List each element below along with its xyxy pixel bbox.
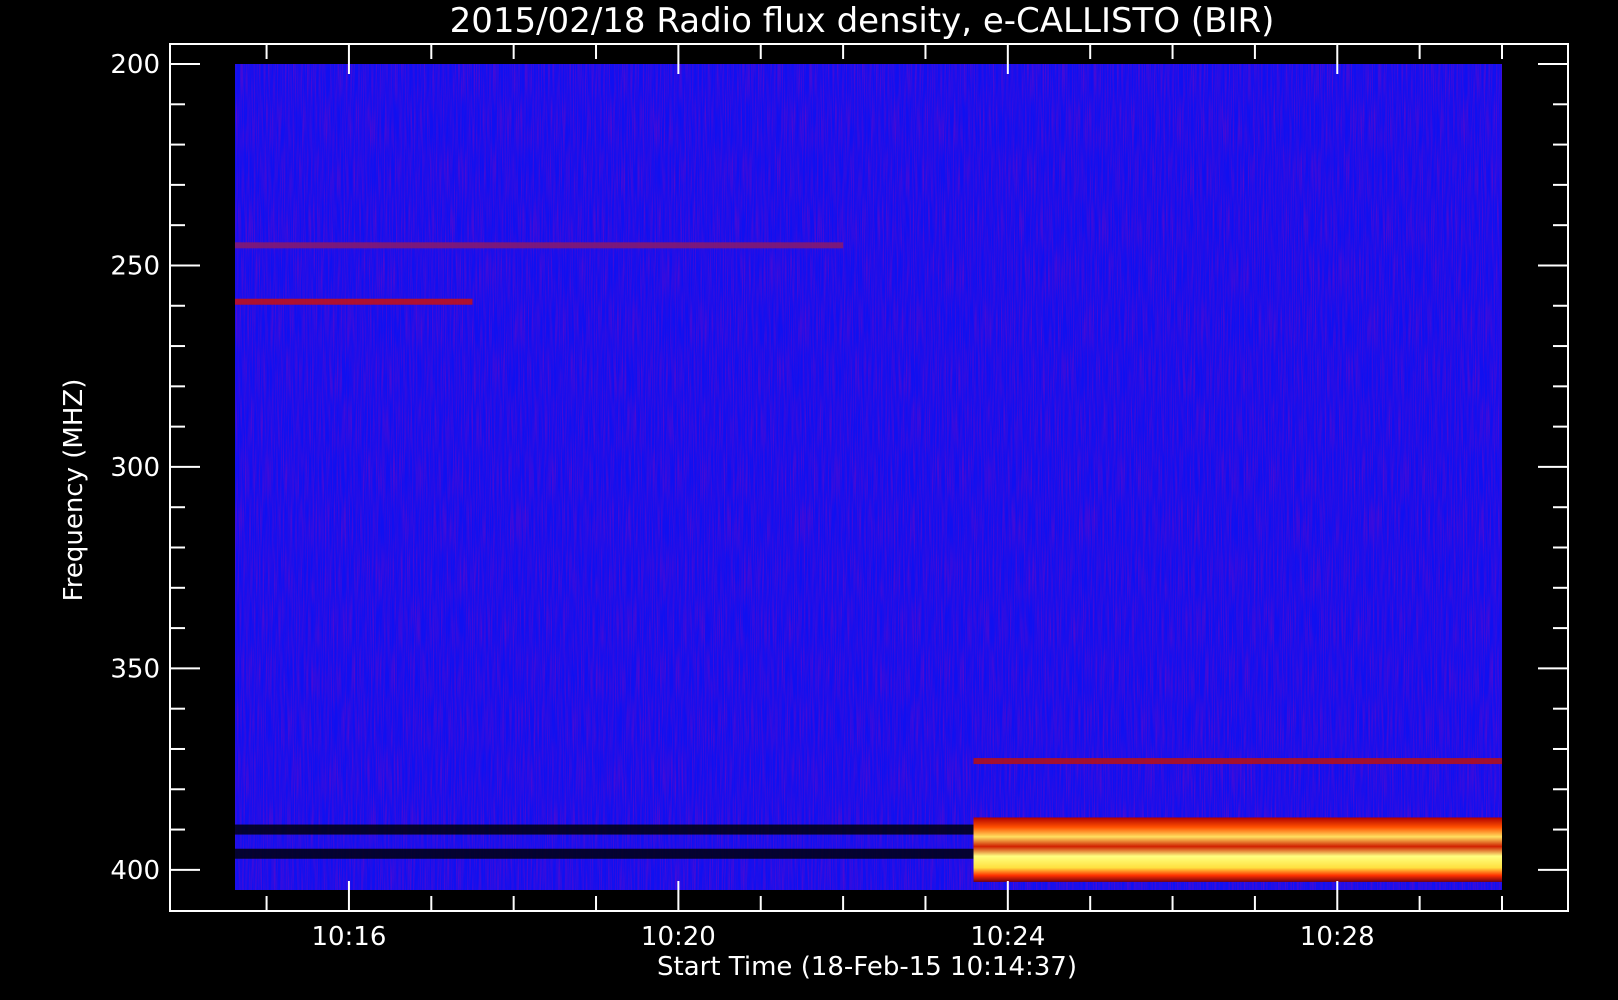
emission-band <box>973 758 1502 765</box>
absorption-band <box>235 848 974 859</box>
spectrogram-noise <box>235 64 1502 890</box>
y-tick-label: 250 <box>110 251 160 281</box>
y-tick-label: 300 <box>110 453 160 483</box>
y-axis-label: Frequency (MHZ) <box>59 379 89 602</box>
chart-title: 2015/02/18 Radio flux density, e-CALLIST… <box>450 1 1275 41</box>
spectrogram-image <box>235 64 1502 890</box>
burst-emission <box>973 817 1502 882</box>
x-tick-label: 10:24 <box>970 922 1045 952</box>
y-tick-label: 200 <box>110 50 160 80</box>
x-tick-label: 10:28 <box>1300 922 1375 952</box>
emission-band <box>235 242 844 249</box>
y-tick-label: 400 <box>110 856 160 886</box>
x-axis-label: Start Time (18-Feb-15 10:14:37) <box>657 952 1077 982</box>
y-tick-label: 350 <box>110 654 160 684</box>
emission-band <box>235 298 473 305</box>
x-tick-label: 10:16 <box>311 922 386 952</box>
x-tick-label: 10:20 <box>641 922 716 952</box>
spectrogram-chart: 2015/02/18 Radio flux density, e-CALLIST… <box>59 1 1569 982</box>
absorption-band <box>235 824 974 835</box>
